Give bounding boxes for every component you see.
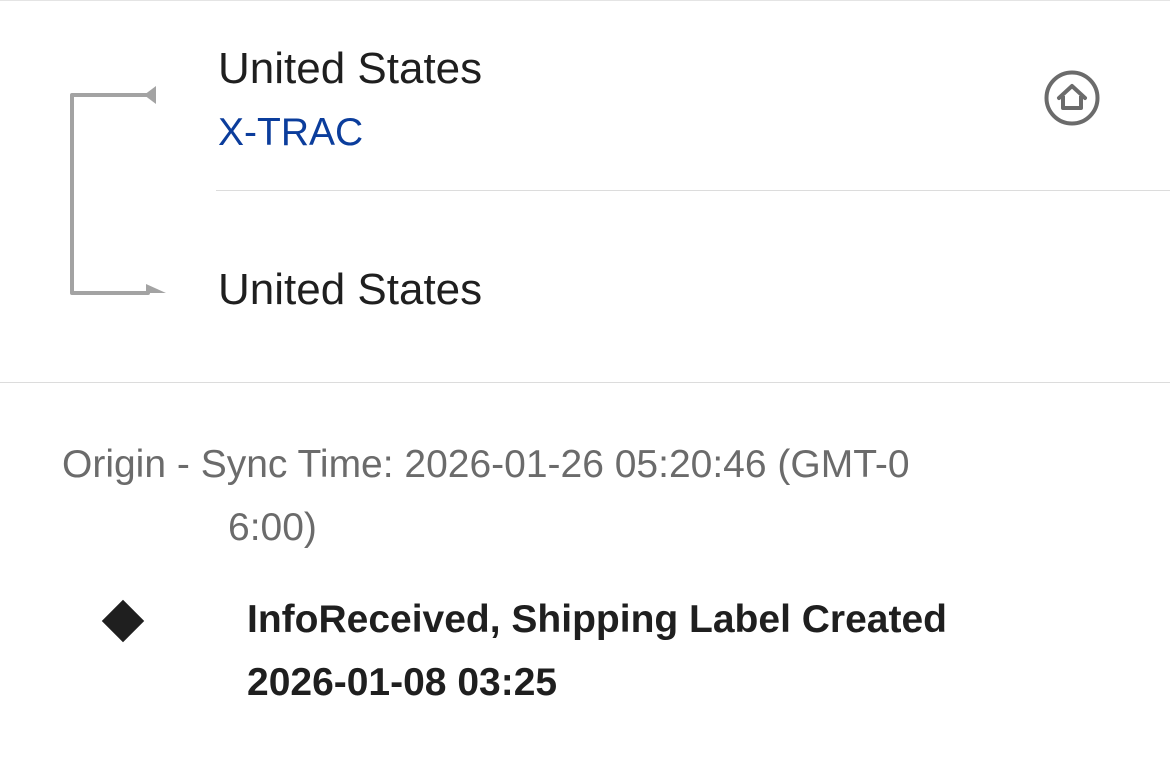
origin-sync-time-continued: 6:00) <box>228 506 317 549</box>
destination-country: United States <box>218 265 483 314</box>
event-time: 2026-01-08 03:25 <box>247 661 558 704</box>
home-icon[interactable] <box>1044 70 1100 126</box>
origin-sync-time: Origin - Sync Time: 2026-01-26 05:20:46 … <box>62 443 910 486</box>
route-connector-icon <box>70 86 166 295</box>
event-status: InfoReceived, Shipping Label Created <box>247 598 947 641</box>
origin-country: United States <box>218 44 483 93</box>
event-diamond-icon <box>101 599 145 643</box>
route-divider <box>216 190 1170 191</box>
carrier-link[interactable]: X-TRAC <box>218 110 363 156</box>
section-divider <box>0 382 1170 383</box>
tracking-detail-page: United States X-TRAC United States Origi… <box>0 0 1170 769</box>
top-divider <box>0 0 1170 1</box>
